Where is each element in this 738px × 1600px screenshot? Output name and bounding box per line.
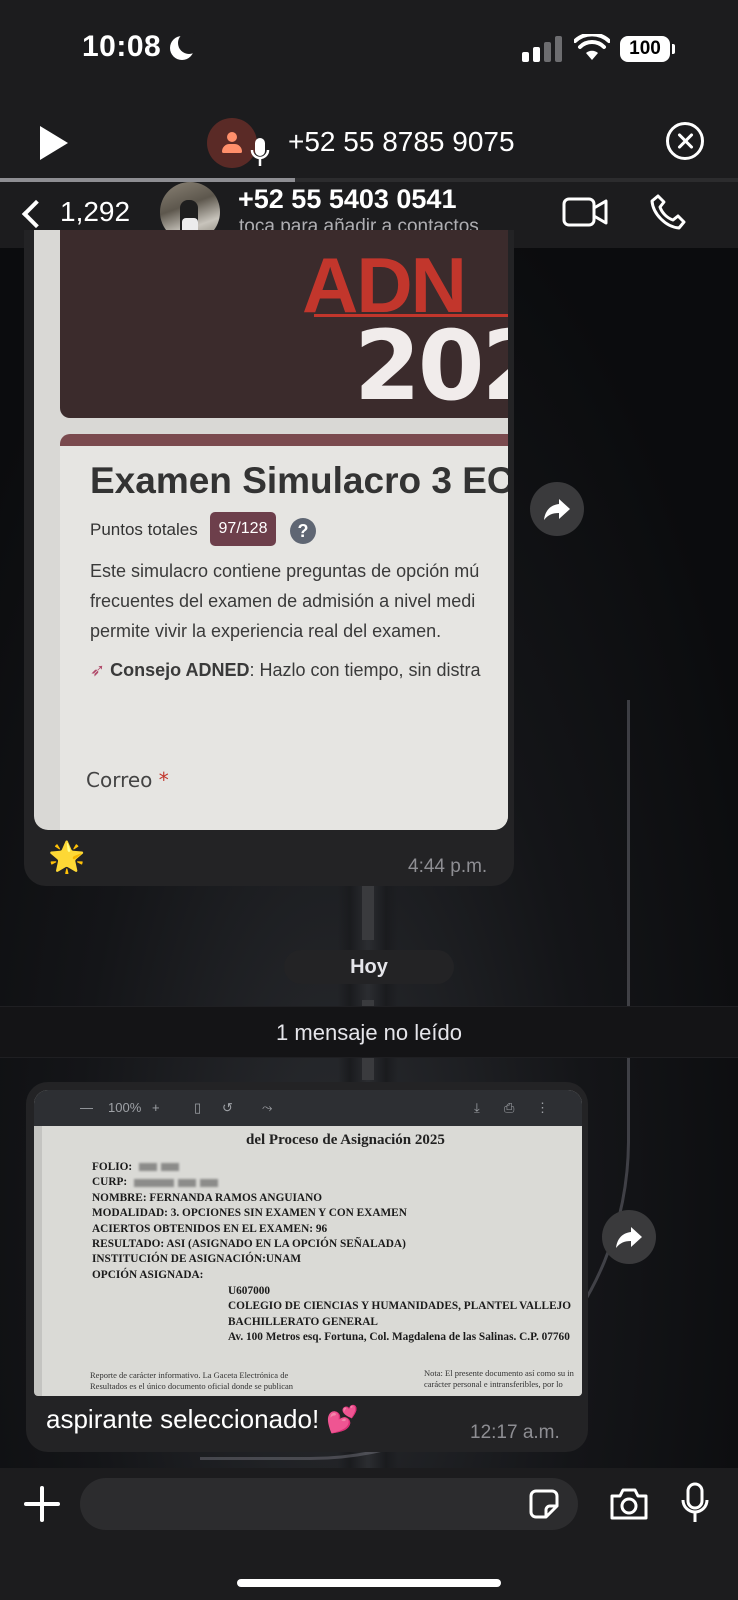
- camera-icon[interactable]: [608, 1486, 650, 1522]
- zoom-level: 100%: [108, 1100, 142, 1115]
- screen: 10:08 100 +52 55 8785 9075 1,292 +52 55 …: [0, 0, 738, 1600]
- form-title: Examen Simulacro 3 EC: [90, 460, 508, 501]
- play-icon[interactable]: [40, 126, 68, 160]
- doc-line: MODALIDAD: 3. OPCIONES SIN EXAMEN Y CON …: [92, 1207, 407, 1220]
- doc-line: Nota: El presente documento así como su …: [424, 1368, 574, 1378]
- doc-line: carácter personal e intransferibles, por…: [424, 1379, 563, 1389]
- message-caption: 🌟: [48, 841, 86, 874]
- close-icon[interactable]: [666, 122, 704, 160]
- signal-icon: [522, 36, 562, 62]
- forward-button[interactable]: [530, 482, 584, 536]
- status-time: 10:08: [82, 30, 162, 63]
- pdf-toolbar: — 100% + ▯ ↺ ⤳ ⤓ ⎙ ⋮: [34, 1090, 582, 1126]
- plus-icon[interactable]: [24, 1486, 60, 1522]
- home-indicator: [237, 1579, 501, 1587]
- tip-text: : Hazlo con tiempo, sin distra: [249, 660, 481, 680]
- help-icon: ?: [290, 518, 316, 544]
- back-icon[interactable]: [21, 199, 51, 229]
- doc-line: ACIERTOS OBTENIDOS EN EL EXAMEN: 96: [92, 1222, 328, 1235]
- doc-line: COLEGIO DE CIENCIAS Y HUMANIDADES, PLANT…: [228, 1300, 572, 1313]
- audio-player-bar[interactable]: +52 55 8785 9075: [0, 100, 738, 182]
- back-count[interactable]: 1,292: [60, 196, 130, 228]
- form-description: Este simulacro contiene preguntas de opc…: [90, 556, 508, 646]
- assigned-option: U607000 COLEGIO DE CIENCIAS Y HUMANIDADE…: [228, 1284, 571, 1346]
- form-tip: ➶ Consejo ADNED: Hazlo con tiempo, sin d…: [90, 660, 481, 681]
- phone-icon[interactable]: [648, 192, 688, 232]
- image-banner-year: 2025: [354, 310, 508, 422]
- document-body: FOLIO: CURP: NOMBRE: FERNANDA RAMOS ANGU…: [92, 1160, 407, 1283]
- unread-banner: 1 mensaje no leído: [0, 1006, 738, 1058]
- doc-line: OPCIÓN ASIGNADA:: [92, 1268, 204, 1281]
- doc-line: BACHILLERATO GENERAL: [228, 1315, 378, 1328]
- rocket-icon: ➶: [90, 660, 106, 680]
- message-image[interactable]: ADN 2025 Examen Simulacro 3 EC Puntos to…: [34, 230, 508, 830]
- battery-icon: 100: [620, 36, 675, 62]
- mic-icon[interactable]: [680, 1482, 710, 1524]
- document-footer-left: Reporte de carácter informativo. La Gace…: [90, 1370, 293, 1392]
- email-label-text: Correo: [86, 768, 153, 792]
- doc-line: RESULTADO: ASI (ASIGNADO EN LA OPCIÓN SE…: [92, 1238, 406, 1251]
- doc-line: INSTITUCIÓN DE ASIGNACIÓN:UNAM: [92, 1253, 302, 1266]
- moon-icon: [170, 32, 200, 60]
- message-image[interactable]: — 100% + ▯ ↺ ⤳ ⤓ ⎙ ⋮ del Proceso de Asig…: [34, 1090, 582, 1396]
- contact-title[interactable]: +52 55 5403 0541: [238, 184, 456, 215]
- doc-line: NOMBRE: FERNANDA RAMOS ANGUIANO: [92, 1191, 323, 1204]
- sticker-icon[interactable]: [528, 1488, 560, 1520]
- email-field-label: Correo *: [86, 768, 169, 792]
- document-header: del Proceso de Asignación 2025: [246, 1132, 445, 1148]
- doc-line: CURP:: [92, 1176, 130, 1189]
- doc-line: FOLIO:: [92, 1161, 135, 1173]
- doc-line: Av. 100 Metros esq. Fortuna, Col. Magdal…: [228, 1331, 570, 1344]
- form-description-line: Este simulacro contiene preguntas de opc…: [90, 561, 480, 581]
- mic-icon: [250, 138, 270, 166]
- form-description-line: frecuentes del examen de admisión a nive…: [90, 591, 476, 611]
- doc-line: Reporte de carácter informativo. La Gace…: [90, 1370, 289, 1380]
- audio-title: +52 55 8785 9075: [288, 126, 515, 157]
- required-mark: *: [158, 768, 169, 792]
- message-input[interactable]: [80, 1478, 578, 1530]
- status-bar: 10:08 100: [0, 0, 738, 100]
- message-caption: aspirante seleccionado! 💕: [46, 1404, 359, 1434]
- date-divider: Hoy: [284, 950, 454, 984]
- composer-bar: [0, 1468, 738, 1600]
- points-badge: 97/128: [210, 512, 276, 546]
- forward-button[interactable]: [602, 1210, 656, 1264]
- document-footer-right: Nota: El presente documento así como su …: [424, 1368, 574, 1390]
- forward-icon: [616, 1227, 642, 1248]
- doc-line: U607000: [228, 1285, 271, 1297]
- forward-icon: [544, 499, 570, 520]
- video-call-icon[interactable]: [562, 196, 608, 228]
- doc-line: Resultados es el único documento oficial…: [90, 1381, 294, 1391]
- points-label: Puntos totales: [90, 520, 198, 539]
- wifi-icon: [574, 34, 610, 60]
- tip-label: Consejo ADNED: [110, 660, 250, 680]
- message-time: 4:44 p.m.: [408, 856, 488, 877]
- form-description-line: permite vivir la experiencia real del ex…: [90, 621, 442, 641]
- message-time: 12:17 a.m.: [470, 1422, 560, 1443]
